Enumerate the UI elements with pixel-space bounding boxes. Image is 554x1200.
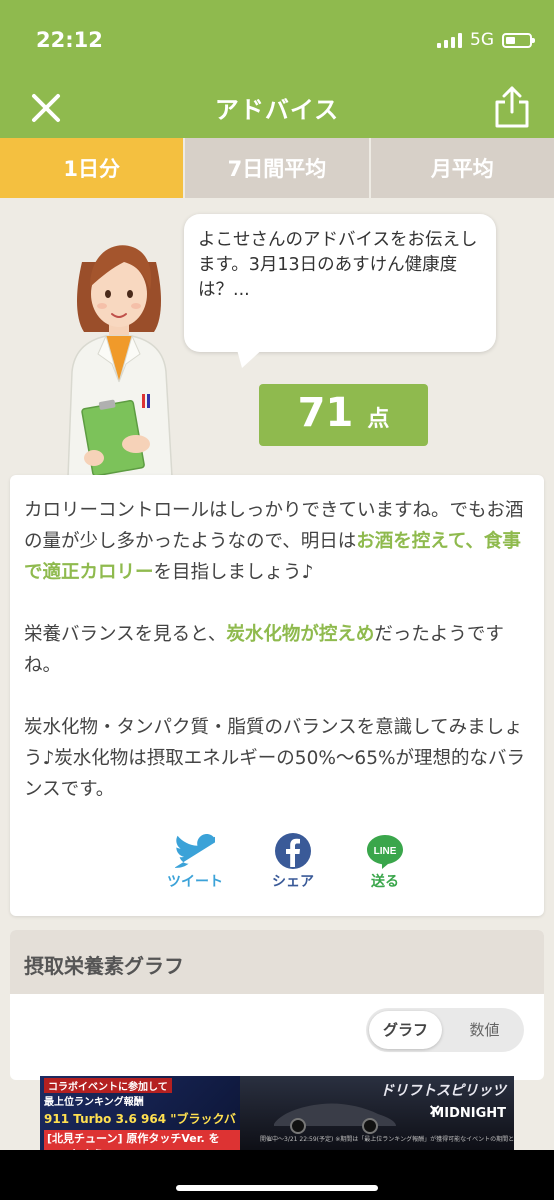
speech-bubble: よこせさんのアドバイスをお伝えします。3月13日のあすけん健康度は？...: [184, 214, 496, 352]
toggle-value-option[interactable]: 数値: [448, 1011, 521, 1049]
battery-icon: [502, 32, 535, 48]
advice-text-segment: 炭水化物・タンパク質・脂質のバランスを意識してみましょう♪炭水化物は摂取エネルギ…: [24, 717, 526, 800]
line-send-button[interactable]: LINE 送る: [350, 833, 420, 891]
tab-1day[interactable]: 1日分: [0, 138, 184, 198]
tab-monthly-average[interactable]: 月平均: [368, 138, 554, 198]
graph-section-title: 摂取栄養素グラフ: [10, 930, 544, 994]
bubble-text: よこせさんのアドバイスをお伝えします。3月13日のあすけん健康度は？...: [198, 230, 478, 300]
line-icon: LINE: [367, 835, 403, 869]
status-bar: 22:12 5G: [0, 0, 554, 78]
share-icon[interactable]: [492, 84, 532, 128]
line-badge-text: LINE: [374, 846, 397, 857]
advice-paragraph: 炭水化物・タンパク質・脂質のバランスを意識してみましょう♪炭水化物は摂取エネルギ…: [24, 712, 530, 805]
facebook-icon: [275, 833, 311, 869]
score-unit: 点: [367, 407, 390, 432]
facebook-share-button[interactable]: シェア: [258, 833, 328, 891]
graph-value-toggle: グラフ 数値: [366, 1008, 524, 1052]
speech-bubble-tail: [236, 346, 266, 368]
tweet-label: ツイート: [167, 874, 223, 890]
nutrient-graph-card: 摂取栄養素グラフ グラフ 数値: [10, 930, 544, 1080]
ad-close-icon[interactable]: ×: [428, 1100, 441, 1119]
advice-text-segment: を目指しましょう♪: [153, 562, 314, 583]
ad-text-panel: コラボイベントに参加して 最上位ランキング報酬 911 Turbo 3.6 96…: [40, 1076, 240, 1150]
health-score-badge: 71 点: [259, 384, 428, 446]
ad-brand-title: ドリフトスピリッツ: [380, 1083, 506, 1099]
advice-text-segment: 栄養バランスを見ると、: [24, 624, 227, 645]
page-title: アドバイス: [214, 96, 340, 124]
facebook-share-label: シェア: [272, 874, 314, 890]
toggle-graph-option[interactable]: グラフ: [369, 1011, 442, 1049]
ad-fine-print: 開催中～3/21 22:59(予定) ※期間は「最上位ランキング報酬」が獲得可能…: [260, 1136, 514, 1143]
advice-paragraph: 栄養バランスを見ると、炭水化物が控えめだったようですね。: [24, 619, 530, 681]
period-tabs: 1日分 7日間平均 月平均: [0, 138, 554, 198]
ad-brand-subtitle: MIDNIGHT: [431, 1106, 506, 1121]
advice-paragraph: カロリーコントロールはしっかりできていますね。でもお酒の量が少し多かったようなの…: [24, 495, 530, 588]
advice-highlight: 炭水化物が控えめ: [226, 624, 375, 645]
ad-line1: コラボイベントに参加して: [44, 1078, 172, 1093]
share-buttons: ツイート シェア LINE 送る: [160, 833, 420, 897]
score-value: 71: [297, 390, 354, 436]
line-send-label: 送る: [371, 874, 399, 890]
network-label: 5G: [470, 30, 494, 50]
advice-text: カロリーコントロールはしっかりできていますね。でもお酒の量が少し多かったようなの…: [24, 495, 530, 836]
twitter-bird-icon: [175, 834, 215, 868]
status-indicators: 5G: [437, 30, 535, 50]
ad-car-image: [274, 1103, 396, 1134]
home-indicator[interactable]: [176, 1185, 378, 1191]
advice-card: カロリーコントロールはしっかりできていますね。でもお酒の量が少し多かったようなの…: [10, 475, 544, 916]
tweet-button[interactable]: ツイート: [160, 833, 230, 891]
bottom-bar: [0, 1150, 554, 1200]
signal-icon: [437, 32, 462, 48]
nav-bar: アドバイス: [0, 78, 554, 138]
ad-line4: [北見チューン] 原作タッチVer. をGETしよう!: [44, 1130, 240, 1150]
tab-7day-average[interactable]: 7日間平均: [183, 138, 369, 198]
dietitian-illustration: [67, 245, 173, 477]
status-time: 22:12: [36, 28, 103, 52]
ad-banner[interactable]: コラボイベントに参加して 最上位ランキング報酬 911 Turbo 3.6 96…: [40, 1076, 514, 1150]
ad-line2: 最上位ランキング報酬: [44, 1097, 144, 1108]
